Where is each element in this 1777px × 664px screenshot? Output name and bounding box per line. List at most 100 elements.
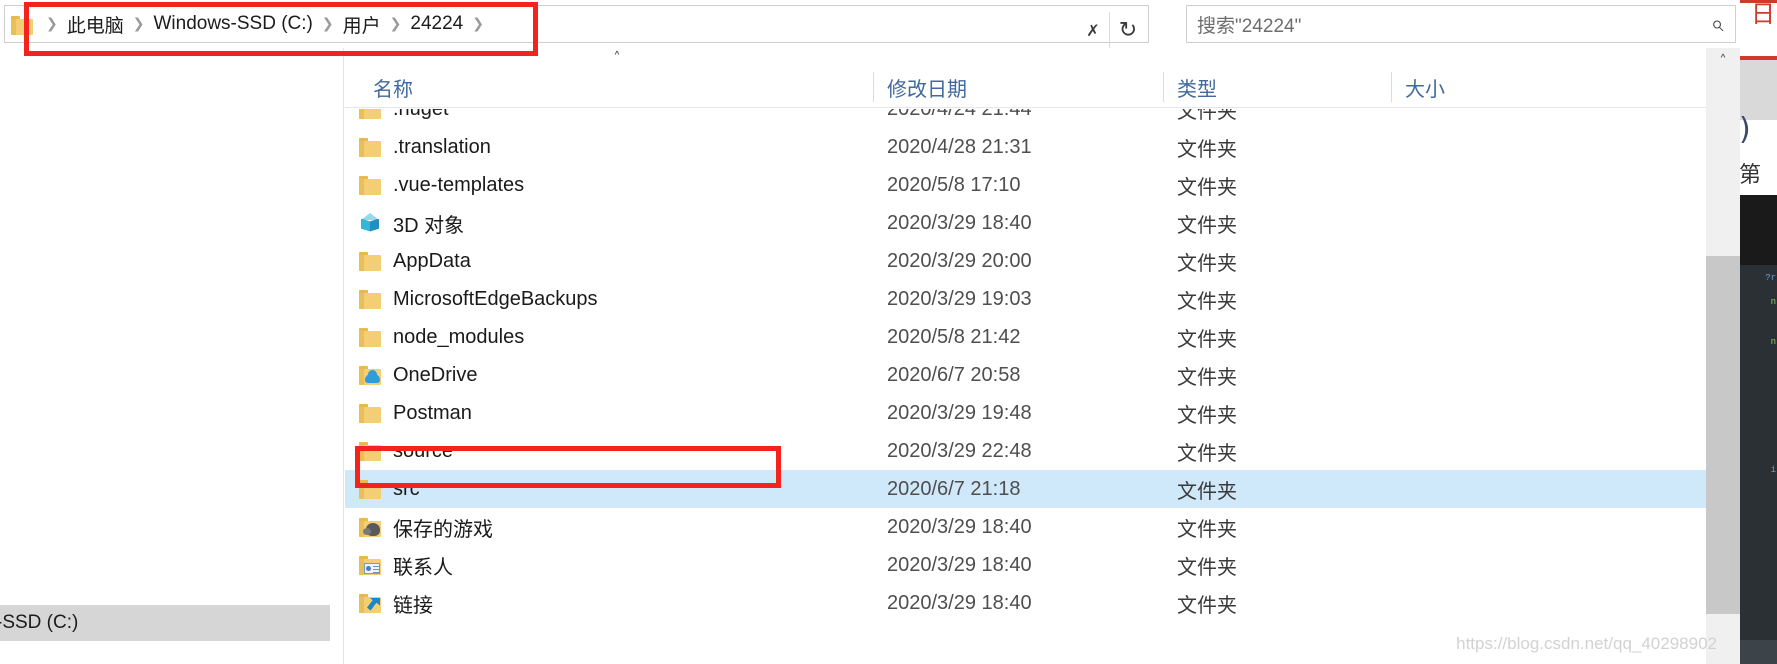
row-src[interactable]: src 2020/6/7 21:18 文件夹	[345, 470, 1740, 508]
cell-type: 文件夹	[1177, 214, 1237, 237]
cell-name: .translation	[359, 136, 869, 159]
cell-name: 3D 对象	[359, 209, 869, 238]
cell-modified-date: 2020/3/29 19:03	[887, 287, 1032, 310]
breadcrumb-separator-icon: ❯	[389, 16, 402, 32]
contacts-folder-icon	[359, 555, 381, 575]
row-.translation[interactable]: .translation 2020/4/28 21:31 文件夹	[345, 128, 1740, 166]
file-name-label: OneDrive	[393, 363, 478, 386]
list-vertical-scrollbar[interactable]: ˄	[1706, 48, 1740, 664]
cell-modified-date: 2020/5/8 21:42	[887, 325, 1021, 348]
column-header-date-label: 修改日期	[887, 78, 967, 101]
column-header-row: 名称 修改日期 类型 大小	[345, 66, 1740, 108]
background-code-editor: ?r n n i	[1739, 265, 1777, 664]
chevron-down-icon[interactable]: ✗	[1080, 16, 1106, 44]
column-divider	[873, 72, 874, 102]
address-bar-breadcrumb[interactable]: ❯ 此电脑 ❯ Windows-SSD (C:) ❯ 用户 ❯ 24224 ❯	[35, 11, 1148, 38]
column-header-type[interactable]: 类型	[1163, 66, 1378, 108]
row-.nuget[interactable]: .nuget 2020/4/24 21:44 文件夹	[345, 109, 1740, 128]
row-3D[interactable]: 3D 对象 2020/3/29 18:40 文件夹	[345, 204, 1740, 242]
background-code-line: n	[1770, 337, 1776, 347]
cell-type: 文件夹	[1177, 328, 1237, 351]
folder-icon	[11, 16, 33, 35]
file-name-label: MicrosoftEdgeBackups	[393, 287, 598, 310]
cell-type: 文件夹	[1177, 556, 1237, 579]
column-header-date[interactable]: 修改日期	[873, 66, 1163, 108]
cell-name: MicrosoftEdgeBackups	[359, 288, 869, 311]
search-icon[interactable]: ⌕	[1699, 6, 1735, 42]
cell-type: 文件夹	[1177, 109, 1237, 123]
background-code-line: ?r	[1765, 273, 1776, 283]
folder-icon	[359, 175, 381, 195]
cell-name: src	[359, 478, 869, 501]
address-bar[interactable]: ❯ 此电脑 ❯ Windows-SSD (C:) ❯ 用户 ❯ 24224 ❯ …	[4, 5, 1149, 48]
cell-modified-date: 2020/3/29 20:00	[887, 249, 1032, 272]
file-name-label: .nuget	[393, 109, 449, 121]
folder-icon	[359, 441, 381, 461]
folder-icon	[359, 289, 381, 309]
row-node_modules[interactable]: node_modules 2020/5/8 21:42 文件夹	[345, 318, 1740, 356]
cell-name: 联系人	[359, 551, 869, 580]
folder-icon	[359, 327, 381, 347]
navigation-pane[interactable]: -SSD (C:)	[0, 48, 344, 664]
cell-name: 链接	[359, 589, 869, 618]
cell-type: 文件夹	[1177, 176, 1237, 199]
scrollbar-thumb[interactable]	[1706, 256, 1740, 614]
address-bar-row: ❯ 此电脑 ❯ Windows-SSD (C:) ❯ 用户 ❯ 24224 ❯ …	[0, 0, 1740, 48]
breadcrumb-item-this-pc[interactable]: 此电脑	[67, 11, 124, 38]
saved-games-folder-icon	[359, 517, 381, 537]
file-name-label: src	[393, 477, 420, 500]
folder-icon	[359, 251, 381, 271]
breadcrumb-item-users[interactable]: 用户	[343, 11, 381, 38]
watermark: https://blog.csdn.net/qq_40298902	[1456, 634, 1717, 653]
column-header-name[interactable]: 名称	[359, 66, 864, 108]
navigation-pane-selected-item[interactable]: -SSD (C:)	[0, 605, 330, 641]
column-header-size[interactable]: 大小	[1391, 66, 1591, 108]
cell-modified-date: 2020/3/29 19:48	[887, 401, 1032, 424]
row-Postman[interactable]: Postman 2020/3/29 19:48 文件夹	[345, 394, 1740, 432]
row-AppData[interactable]: AppData 2020/3/29 20:00 文件夹	[345, 242, 1740, 280]
row-MicrosoftEdgeBackups[interactable]: MicrosoftEdgeBackups 2020/3/29 19:03 文件夹	[345, 280, 1740, 318]
cell-name: source	[359, 440, 869, 463]
file-list-rows: .nuget 2020/4/24 21:44 文件夹 .translation 2020…	[345, 109, 1740, 664]
cell-modified-date: 2020/6/7 21:18	[887, 477, 1021, 500]
column-header-name-label: 名称	[373, 78, 413, 101]
cell-modified-date: 2020/3/29 18:40	[887, 211, 1032, 234]
file-name-label: 保存的游戏	[393, 518, 493, 541]
cell-modified-date: 2020/4/24 21:44	[887, 109, 1032, 121]
row-[interactable]: 链接 2020/3/29 18:40 文件夹	[345, 584, 1740, 622]
file-name-label: AppData	[393, 249, 471, 272]
file-name-label: Postman	[393, 401, 472, 424]
row-.vue-templates[interactable]: .vue-templates 2020/5/8 17:10 文件夹	[345, 166, 1740, 204]
refresh-icon[interactable]: ↻	[1113, 14, 1143, 46]
cell-name: .vue-templates	[359, 174, 869, 197]
search-input[interactable]: 搜索"24224"	[1187, 11, 1699, 38]
navigation-pane-selected-label: -SSD (C:)	[0, 612, 79, 633]
row-[interactable]: 保存的游戏 2020/3/29 18:40 文件夹	[345, 508, 1740, 546]
cell-modified-date: 2020/3/29 18:40	[887, 553, 1032, 576]
row-OneDrive[interactable]: OneDrive 2020/6/7 20:58 文件夹	[345, 356, 1740, 394]
file-name-label: .vue-templates	[393, 173, 525, 196]
background-code-line: n	[1770, 297, 1776, 307]
breadcrumb-item-windows-ssd[interactable]: Windows-SSD (C:)	[153, 13, 312, 35]
scroll-up-icon[interactable]: ˄	[1706, 48, 1740, 74]
folder-icon	[359, 137, 381, 157]
search-box[interactable]: 搜索"24224" ⌕	[1186, 5, 1736, 43]
background-grey-block	[1739, 60, 1777, 120]
cell-type: 文件夹	[1177, 404, 1237, 427]
row-[interactable]: 联系人 2020/3/29 18:40 文件夹	[345, 546, 1740, 584]
breadcrumb-item-24224[interactable]: 24224	[410, 13, 463, 35]
cell-type: 文件夹	[1177, 252, 1237, 275]
file-explorer-window: ❯ 此电脑 ❯ Windows-SSD (C:) ❯ 用户 ❯ 24224 ❯ …	[0, 0, 1740, 664]
breadcrumb-separator-icon: ❯	[472, 16, 484, 32]
row-source[interactable]: source 2020/3/29 22:48 文件夹	[345, 432, 1740, 470]
cell-name: node_modules	[359, 326, 869, 349]
background-dark-block-upper	[1739, 195, 1777, 265]
onedrive-folder-icon	[359, 365, 381, 385]
cell-modified-date: 2020/4/28 21:31	[887, 135, 1032, 158]
background-red-glyph: 日	[1751, 0, 1775, 28]
cell-modified-date: 2020/6/7 20:58	[887, 363, 1021, 386]
background-code-line: i	[1770, 465, 1776, 475]
cell-modified-date: 2020/3/29 18:40	[887, 515, 1032, 538]
file-list-pane: ˄ 名称 修改日期 类型 大小 .nuget2020/4/24 2	[345, 48, 1740, 664]
folder-icon	[359, 403, 381, 423]
